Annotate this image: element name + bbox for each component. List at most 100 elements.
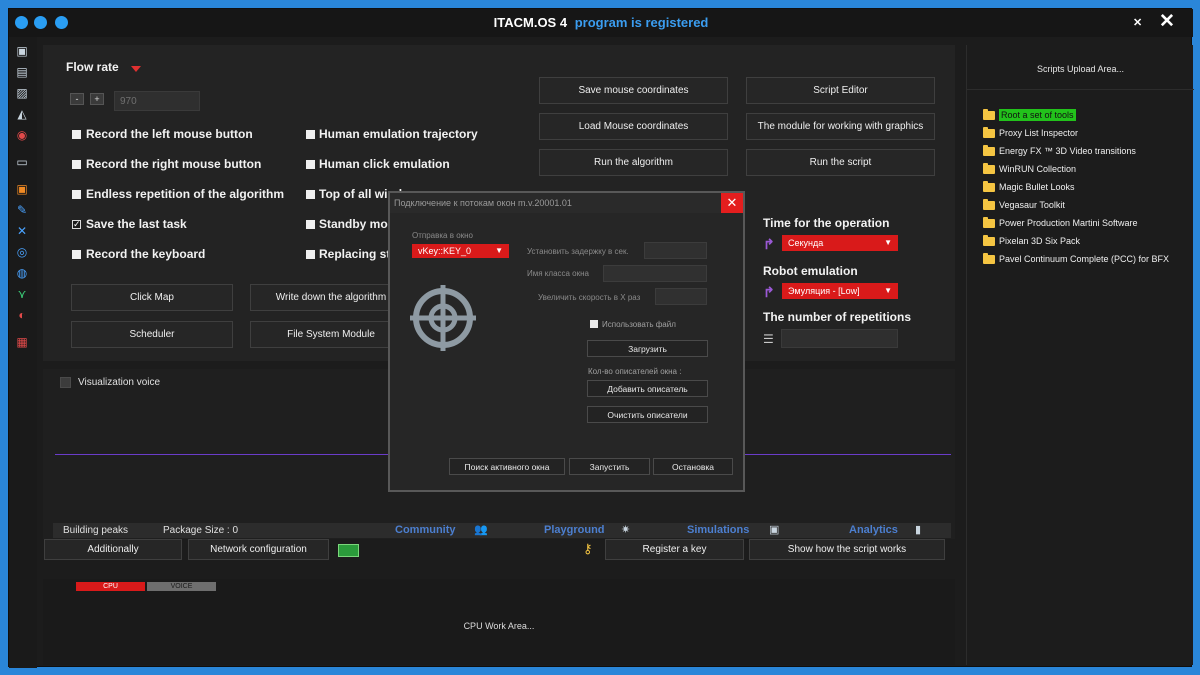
delay-label: Установить задержку в сек. <box>527 247 629 256</box>
checkbox-endless[interactable] <box>72 190 81 199</box>
robot-emulation-select[interactable]: Эмуляция - [Low] ▼ <box>782 283 898 299</box>
checkbox-record-left[interactable] <box>72 130 81 139</box>
option-label: Record the keyboard <box>86 247 206 261</box>
flow-rate-input[interactable]: 970 <box>114 91 200 111</box>
tree-item-label: WinRUN Collection <box>999 164 1077 174</box>
checkbox-human-click[interactable] <box>306 160 315 169</box>
yinyang-icon[interactable]: ◐ <box>15 308 29 322</box>
start-button[interactable]: Запустить <box>569 458 650 475</box>
folder-icon <box>983 162 995 174</box>
additionally-button[interactable]: Additionally <box>44 539 182 560</box>
checkbox-save-last[interactable]: ✓ <box>72 220 81 229</box>
run-script-button[interactable]: Run the script <box>746 149 935 176</box>
app-title: ITACM.OS 4 <box>493 15 568 30</box>
flow-rate-label: Flow rate <box>66 60 119 74</box>
briefcase-icon[interactable]: ▣ <box>15 44 29 58</box>
folder-icon <box>983 126 995 138</box>
tab-analytics[interactable]: Analytics <box>849 524 898 536</box>
crosshair-icon[interactable] <box>410 285 476 351</box>
cpu-area-label: CPU Work Area... <box>463 621 535 631</box>
checkbox-human-trajectory[interactable] <box>306 130 315 139</box>
robot-icon[interactable]: ▣ <box>769 523 779 536</box>
option-label: Record the left mouse button <box>86 127 253 141</box>
printer-icon[interactable]: ▤ <box>15 65 29 79</box>
speed-label: Увеличить скорость в X раз <box>538 293 641 302</box>
target-icon[interactable]: ◎ <box>15 245 29 259</box>
scheduler-button[interactable]: Scheduler <box>71 321 233 348</box>
save-mouse-button[interactable]: Save mouse coordinates <box>539 77 728 104</box>
building-peaks-label: Building peaks <box>63 525 129 536</box>
confetti-icon[interactable]: ✷ <box>621 523 630 536</box>
tree-item[interactable]: Magic Bullet Looks <box>983 180 1075 192</box>
use-file-checkbox[interactable] <box>590 320 598 328</box>
tree-item[interactable]: WinRUN Collection <box>983 162 1077 174</box>
tree-item[interactable]: Pixelan 3D Six Pack <box>983 234 1080 246</box>
run-algorithm-button[interactable]: Run the algorithm <box>539 149 728 176</box>
voice-tab[interactable]: VOICE <box>147 582 216 591</box>
bar-chart-icon[interactable]: ▮ <box>915 523 921 536</box>
ring-icon[interactable]: ◍ <box>15 266 29 280</box>
flow-plus-button[interactable]: + <box>90 93 104 105</box>
pin-icon[interactable]: ✕ <box>1133 16 1142 29</box>
tree-item[interactable]: Power Production Martini Software <box>983 216 1138 228</box>
find-active-window-button[interactable]: Поиск активного окна <box>449 458 565 475</box>
class-name-input[interactable] <box>603 265 707 282</box>
delay-input[interactable] <box>644 242 707 259</box>
box-icon[interactable]: ▣ <box>15 182 29 196</box>
repetitions-label: The number of repetitions <box>763 310 912 324</box>
send-to-window-label: Отправка в окно <box>412 231 474 240</box>
checkbox-visualization-voice[interactable] <box>60 377 71 388</box>
title-bar: ITACM.OS 4 program is registered ✕ ✕ <box>9 9 1193 37</box>
load-button[interactable]: Загрузить <box>587 340 708 357</box>
flow-minus-button[interactable]: - <box>70 93 84 105</box>
option-label: Save the last task <box>86 217 187 231</box>
registration-status: program is registered <box>574 15 709 30</box>
globe-icon[interactable]: ◉ <box>15 128 29 142</box>
tree-item[interactable]: Energy FX ™ 3D Video transitions <box>983 144 1136 156</box>
image-icon[interactable]: ▨ <box>15 86 29 100</box>
time-operation-label: Time for the operation <box>763 216 890 230</box>
register-key-button[interactable]: Register a key <box>605 539 744 560</box>
tree-item[interactable]: Vegasaur Toolkit <box>983 198 1065 210</box>
window-icon[interactable]: ▭ <box>15 155 29 169</box>
key-select[interactable]: vKey::KEY_0 ▼ <box>412 244 509 258</box>
stop-button[interactable]: Остановка <box>653 458 733 475</box>
network-config-button[interactable]: Network configuration <box>188 539 329 560</box>
script-editor-button[interactable]: Script Editor <box>746 77 935 104</box>
dialog-close-icon[interactable]: ✕ <box>721 193 743 213</box>
cpu-tab[interactable]: CPU <box>76 582 145 591</box>
tab-playground[interactable]: Playground <box>544 524 605 536</box>
flow-rate-dropdown-icon[interactable] <box>131 66 141 72</box>
graphics-module-button[interactable]: The module for working with graphics <box>746 113 935 140</box>
checker-icon[interactable]: ▦ <box>15 335 29 349</box>
load-mouse-button[interactable]: Load Mouse coordinates <box>539 113 728 140</box>
checkbox-record-right[interactable] <box>72 160 81 169</box>
users-icon[interactable]: 👥 <box>474 523 488 536</box>
show-script-button[interactable]: Show how the script works <box>749 539 945 560</box>
network-card-icon[interactable] <box>338 544 359 557</box>
close-icon[interactable]: ✕ <box>1159 10 1175 33</box>
checkbox-record-keyboard[interactable] <box>72 250 81 259</box>
tree-icon[interactable]: ⋎ <box>15 287 29 301</box>
dropdown-arrow-icon: ▼ <box>495 246 503 255</box>
option-label: Human emulation trajectory <box>319 127 478 141</box>
time-unit-select[interactable]: Секунда ▼ <box>782 235 898 251</box>
checkbox-standby[interactable] <box>306 220 315 229</box>
add-descriptor-button[interactable]: Добавить описатель <box>587 380 708 397</box>
tree-item-label: Power Production Martini Software <box>999 218 1138 228</box>
tree-item[interactable]: Root a set of tools <box>983 108 1076 121</box>
checkbox-top-windows[interactable] <box>306 190 315 199</box>
checkbox-replacing-stop[interactable] <box>306 250 315 259</box>
tab-simulations[interactable]: Simulations <box>687 524 749 536</box>
repetitions-input[interactable] <box>781 329 898 348</box>
speed-input[interactable] <box>655 288 707 305</box>
shapes-icon[interactable]: ◭ <box>15 107 29 121</box>
wrench-icon[interactable]: ✎ <box>15 203 29 217</box>
network-icon[interactable]: ✕ <box>15 224 29 238</box>
tab-community[interactable]: Community <box>395 524 456 536</box>
tree-item[interactable]: Pavel Continuum Complete (PCC) for BFX <box>983 252 1169 264</box>
clear-descriptors-button[interactable]: Очистить описатели <box>587 406 708 423</box>
click-map-button[interactable]: Click Map <box>71 284 233 311</box>
package-size-label: Package Size : 0 <box>163 525 239 536</box>
tree-item[interactable]: Proxy List Inspector <box>983 126 1078 138</box>
